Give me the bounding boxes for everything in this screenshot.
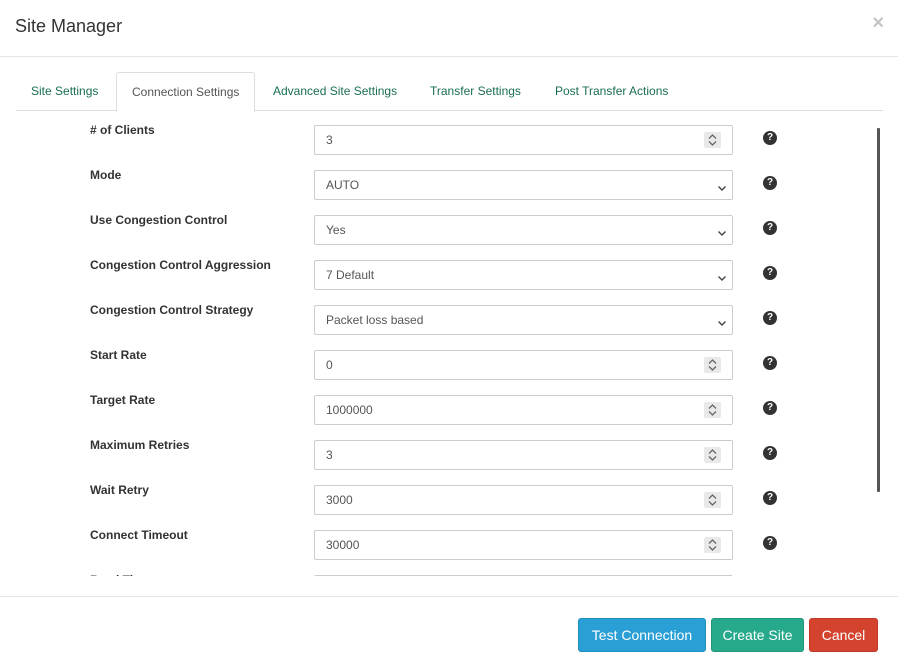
- chevron-down-icon[interactable]: [717, 270, 727, 281]
- congestion-control-aggression-select[interactable]: 7 Default: [314, 260, 733, 290]
- spinner-icon[interactable]: [704, 537, 721, 553]
- field-value: 3000: [326, 493, 353, 507]
- maximum-retries-input[interactable]: 3: [314, 440, 733, 470]
- tab-post-transfer-actions[interactable]: Post Transfer Actions: [540, 72, 683, 111]
- tab-advanced-site-settings[interactable]: Advanced Site Settings: [258, 72, 412, 111]
- form-row: Read Timeout?: [0, 570, 898, 576]
- mode-select[interactable]: AUTO: [314, 170, 733, 200]
- field-label: Mode: [90, 168, 122, 182]
- form-row: Target Rate 1000000?: [0, 390, 898, 435]
- help-icon[interactable]: ?: [763, 356, 777, 370]
- dialog-footer: Test Connection Create Site Cancel: [0, 596, 898, 671]
- form-row: Congestion Control Strategy Packet loss b…: [0, 300, 898, 345]
- spinner-icon[interactable]: [704, 357, 721, 373]
- chevron-down-icon[interactable]: [717, 225, 727, 236]
- field-value: 3: [326, 133, 333, 147]
- test-connection-button[interactable]: Test Connection: [578, 618, 706, 652]
- settings-form: # of Clients 3? Mode AUTO? Use Congestion Co…: [0, 111, 898, 576]
- form-row: Congestion Control Aggression 7 Default?: [0, 255, 898, 300]
- read-timeout-input[interactable]: [314, 575, 733, 576]
- help-icon[interactable]: ?: [763, 536, 777, 550]
- form-row: Use Congestion Control Yes?: [0, 210, 898, 255]
- form-row: Wait Retry 3000?: [0, 480, 898, 525]
- wait-retry-input[interactable]: 3000: [314, 485, 733, 515]
- form-row: Maximum Retries 3?: [0, 435, 898, 480]
- field-label: Wait Retry: [90, 483, 149, 497]
- field-value: Yes: [326, 223, 346, 237]
- field-label: Maximum Retries: [90, 438, 190, 452]
- field-value: AUTO: [326, 178, 360, 192]
- field-label: Start Rate: [90, 348, 147, 362]
- help-icon[interactable]: ?: [763, 311, 777, 325]
- help-icon[interactable]: ?: [763, 176, 777, 190]
- target-rate-input[interactable]: 1000000: [314, 395, 733, 425]
- tab-bar: Site Settings Connection Settings Advanc…: [16, 72, 883, 112]
- field-label: Target Rate: [90, 393, 156, 407]
- field-value: Packet loss based: [326, 313, 424, 327]
- form-row: Mode AUTO?: [0, 165, 898, 210]
- form-row: # of Clients 3?: [0, 120, 898, 165]
- field-value: 3: [326, 448, 333, 462]
- start-rate-input[interactable]: 0: [314, 350, 733, 380]
- help-icon[interactable]: ?: [763, 491, 777, 505]
- spinner-icon[interactable]: [704, 447, 721, 463]
- site-manager-dialog: Site Manager × Site Settings Connection …: [0, 0, 898, 671]
- field-value: 1000000: [326, 403, 373, 417]
- help-icon[interactable]: ?: [763, 221, 777, 235]
- field-label: # of Clients: [90, 123, 155, 137]
- field-label: Congestion Control Strategy: [90, 303, 254, 317]
- congestion-control-strategy-select[interactable]: Packet loss based: [314, 305, 733, 335]
- help-icon[interactable]: ?: [763, 131, 777, 145]
- spinner-icon[interactable]: [704, 402, 721, 418]
- connect-timeout-input[interactable]: 30000: [314, 530, 733, 560]
- chevron-down-icon[interactable]: [717, 315, 727, 326]
- close-icon[interactable]: ×: [872, 12, 884, 34]
- tab-site-settings[interactable]: Site Settings: [16, 72, 113, 111]
- scrollbar[interactable]: [877, 128, 880, 492]
- chevron-down-icon[interactable]: [717, 180, 727, 191]
- dialog-title: Site Manager: [15, 16, 123, 36]
- dialog-header: Site Manager ×: [0, 0, 898, 57]
- cancel-button[interactable]: Cancel: [809, 618, 878, 652]
- help-icon[interactable]: ?: [763, 446, 777, 460]
- of-clients-input[interactable]: 3: [314, 125, 733, 155]
- spinner-icon[interactable]: [704, 492, 721, 508]
- form-row: Start Rate 0?: [0, 345, 898, 390]
- field-label: Congestion Control Aggression: [90, 258, 271, 272]
- field-value: 0: [326, 358, 333, 372]
- field-value: 7 Default: [326, 268, 375, 282]
- spinner-icon[interactable]: [704, 132, 721, 148]
- help-icon[interactable]: ?: [763, 401, 777, 415]
- tab-transfer-settings[interactable]: Transfer Settings: [415, 72, 536, 111]
- field-label: Read Timeout: [90, 573, 169, 576]
- form-row: Connect Timeout 30000?: [0, 525, 898, 570]
- field-value: 30000: [326, 538, 360, 552]
- use-congestion-control-select[interactable]: Yes: [314, 215, 733, 245]
- create-site-button[interactable]: Create Site: [711, 618, 804, 652]
- field-label: Use Congestion Control: [90, 213, 228, 227]
- help-icon[interactable]: ?: [763, 266, 777, 280]
- tab-connection-settings[interactable]: Connection Settings: [116, 72, 256, 112]
- field-label: Connect Timeout: [90, 528, 188, 542]
